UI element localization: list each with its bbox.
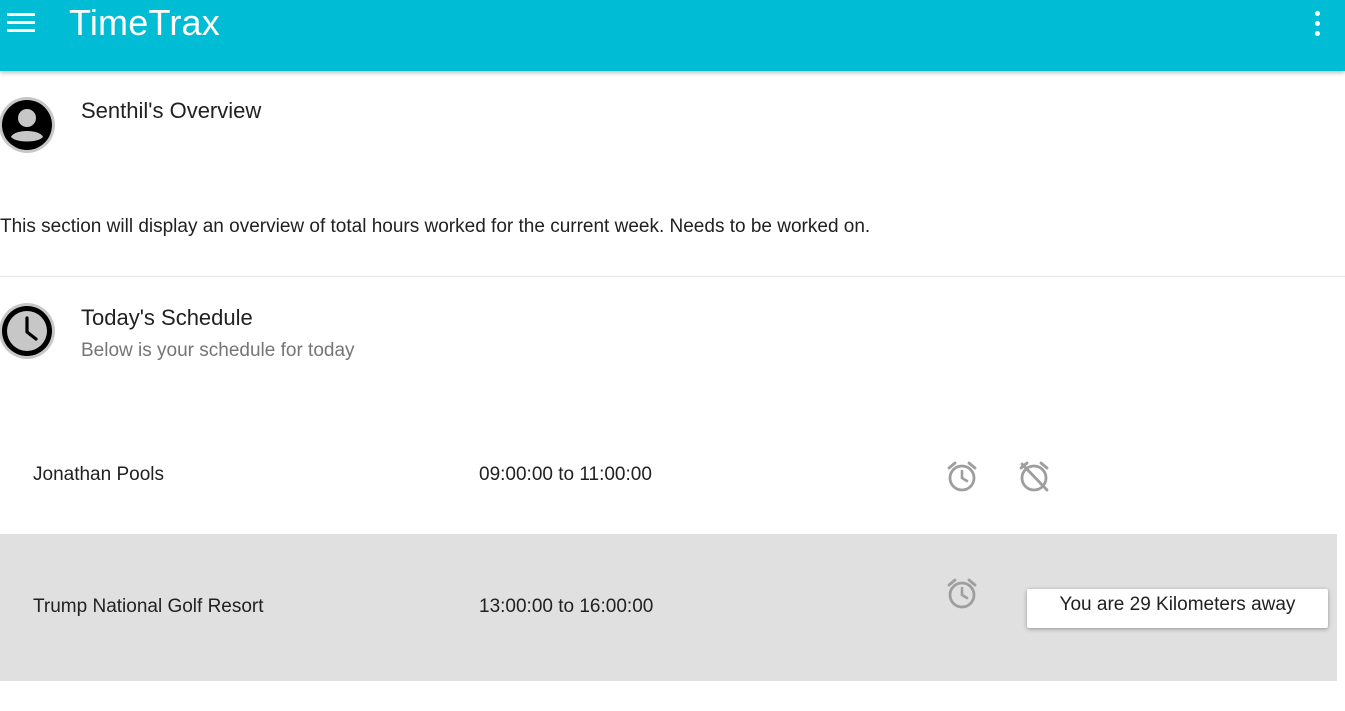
schedule-row: Jonathan Pools 09:00:00 to 11:00:00 [0,418,1337,534]
alarm-off-icon[interactable] [1017,459,1051,493]
menu-icon[interactable] [6,9,36,37]
distance-message: You are 29 Kilometers away [1059,594,1296,615]
more-vert-icon[interactable] [1311,10,1323,38]
overview-title: Senthil's Overview [81,98,262,123]
schedule-row-name: Trump National Golf Resort [33,596,264,617]
app-title: TimeTrax [69,2,220,43]
distance-tooltip: You are 29 Kilometers away [1027,589,1328,628]
schedule-row-time: 13:00:00 to 16:00:00 [479,596,654,617]
account-circle-icon [0,97,55,153]
alarm-icon[interactable] [945,459,979,493]
schedule-title: Today's Schedule [81,305,253,330]
overview-description: This section will display an overview of… [0,216,871,237]
alarm-icon[interactable] [945,576,979,610]
clock-icon [0,303,55,359]
schedule-row: Trump National Golf Resort 13:00:00 to 1… [0,534,1337,681]
section-divider [0,276,1345,277]
schedule-subtitle: Below is your schedule for today [81,340,355,361]
app-bar: TimeTrax [0,0,1345,71]
schedule-row-time: 09:00:00 to 11:00:00 [479,464,652,485]
schedule-row-name: Jonathan Pools [33,464,164,485]
